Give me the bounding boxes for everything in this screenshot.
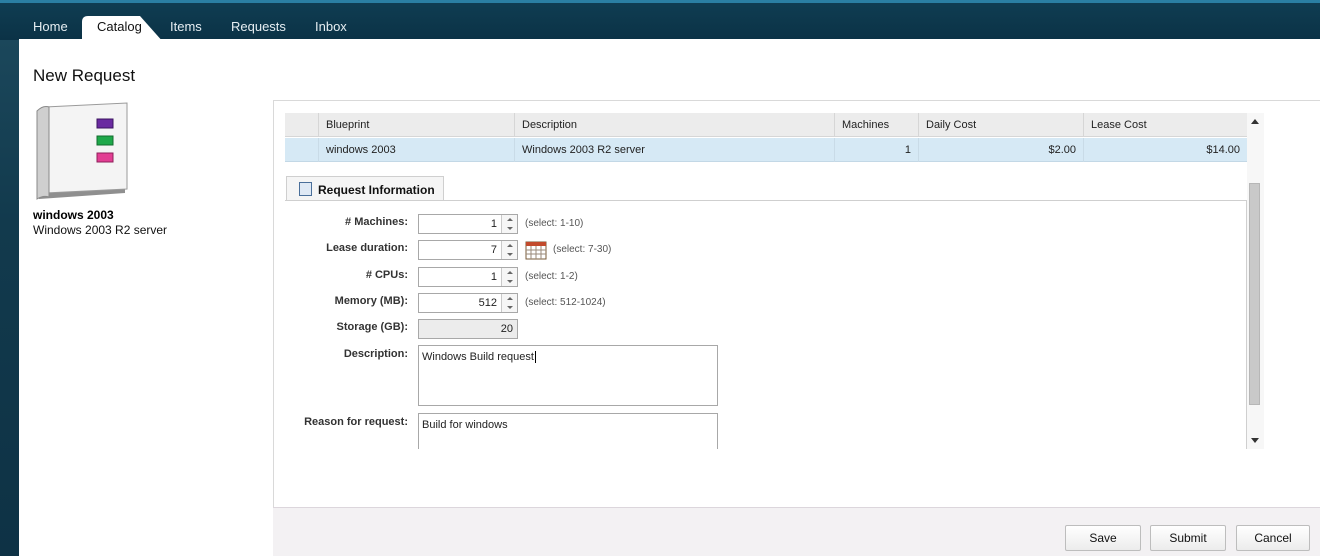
- submit-button[interactable]: Submit: [1150, 525, 1226, 551]
- storage-field: 20: [418, 319, 518, 339]
- scroll-up-icon[interactable]: [1251, 119, 1259, 124]
- storage-value: 20: [500, 323, 513, 335]
- machines-stepper[interactable]: 1: [418, 214, 518, 234]
- tab-requests[interactable]: Requests: [231, 19, 286, 34]
- text-cursor: [534, 351, 536, 363]
- blueprint-description: Windows 2003 R2 server: [33, 223, 168, 237]
- row-description: Windows 2003 R2 server: [514, 138, 834, 162]
- cpus-spin[interactable]: [501, 268, 517, 286]
- machines-spin[interactable]: [501, 215, 517, 233]
- description-label: Description:: [343, 348, 408, 360]
- tab-request-information[interactable]: Request Information: [286, 176, 444, 201]
- tab-items[interactable]: Items: [170, 19, 202, 34]
- machines-label: # Machines:: [345, 216, 408, 228]
- row-machines: 1: [834, 138, 918, 162]
- cancel-button[interactable]: Cancel: [1236, 525, 1310, 551]
- content-panel: New Request windows 2003 Windows 2003 R2…: [19, 39, 1320, 556]
- book-icon: [36, 102, 128, 200]
- tab-inbox[interactable]: Inbox: [315, 19, 347, 34]
- grid-header-daily-cost[interactable]: Daily Cost: [918, 113, 1083, 137]
- row-blank-cell: [285, 138, 318, 162]
- lease-label: Lease duration:: [326, 242, 408, 254]
- description-value: Windows Build request: [422, 351, 534, 363]
- save-button[interactable]: Save: [1065, 525, 1141, 551]
- lease-spin[interactable]: [501, 241, 517, 259]
- scroll-thumb[interactable]: [1249, 183, 1260, 405]
- page-title: New Request: [33, 66, 136, 85]
- lease-stepper[interactable]: 7: [418, 240, 518, 260]
- memory-spin[interactable]: [501, 294, 517, 312]
- cpus-hint: (select: 1-2): [525, 271, 578, 282]
- machines-hint: (select: 1-10): [525, 218, 584, 229]
- blueprint-name: windows 2003: [33, 208, 114, 222]
- tab-home[interactable]: Home: [33, 19, 68, 34]
- scroll-down-icon[interactable]: [1251, 438, 1259, 443]
- reason-value: Build for windows: [422, 419, 508, 431]
- row-daily-cost: $2.00: [918, 138, 1083, 162]
- memory-label: Memory (MB):: [334, 295, 408, 307]
- button-bar: Save Submit Cancel: [273, 507, 1320, 556]
- request-form: # Machines: 1 (select: 1-10) Lease durat…: [285, 200, 1247, 449]
- description-textarea[interactable]: Windows Build request: [418, 345, 718, 406]
- table-row[interactable]: windows 2003 Windows 2003 R2 server 1 $2…: [285, 138, 1247, 162]
- row-blueprint: windows 2003: [318, 138, 514, 162]
- document-icon: [299, 182, 312, 196]
- grid-header-lease-cost[interactable]: Lease Cost: [1083, 113, 1247, 137]
- cpus-stepper[interactable]: 1: [418, 267, 518, 287]
- lease-value: 7: [490, 244, 497, 256]
- grid-header-blueprint[interactable]: Blueprint: [318, 113, 514, 137]
- tab-catalog[interactable]: Catalog: [97, 19, 142, 34]
- lease-hint: (select: 7-30): [553, 244, 612, 255]
- grid-header: Blueprint Description Machines Daily Cos…: [285, 113, 1247, 137]
- cpus-label: # CPUs:: [365, 269, 408, 281]
- reason-label: Reason for request:: [304, 416, 408, 428]
- machines-value: 1: [490, 218, 497, 230]
- grid-header-machines[interactable]: Machines: [834, 113, 918, 137]
- calendar-icon[interactable]: [525, 240, 547, 260]
- grid-header-blank: [285, 113, 318, 137]
- top-nav-bar: Home Catalog Items Requests Inbox: [0, 0, 1320, 43]
- storage-label: Storage (GB):: [336, 321, 409, 333]
- memory-value: 512: [478, 297, 497, 309]
- memory-hint: (select: 512-1024): [525, 297, 606, 308]
- request-panel: Blueprint Description Machines Daily Cos…: [273, 100, 1320, 556]
- vertical-scrollbar[interactable]: [1247, 113, 1264, 449]
- reason-textarea[interactable]: Build for windows: [418, 413, 718, 449]
- grid-header-description[interactable]: Description: [514, 113, 834, 137]
- tab-request-information-label: Request Information: [318, 183, 435, 197]
- memory-stepper[interactable]: 512: [418, 293, 518, 313]
- row-lease-cost: $14.00: [1083, 138, 1247, 162]
- cpus-value: 1: [490, 271, 497, 283]
